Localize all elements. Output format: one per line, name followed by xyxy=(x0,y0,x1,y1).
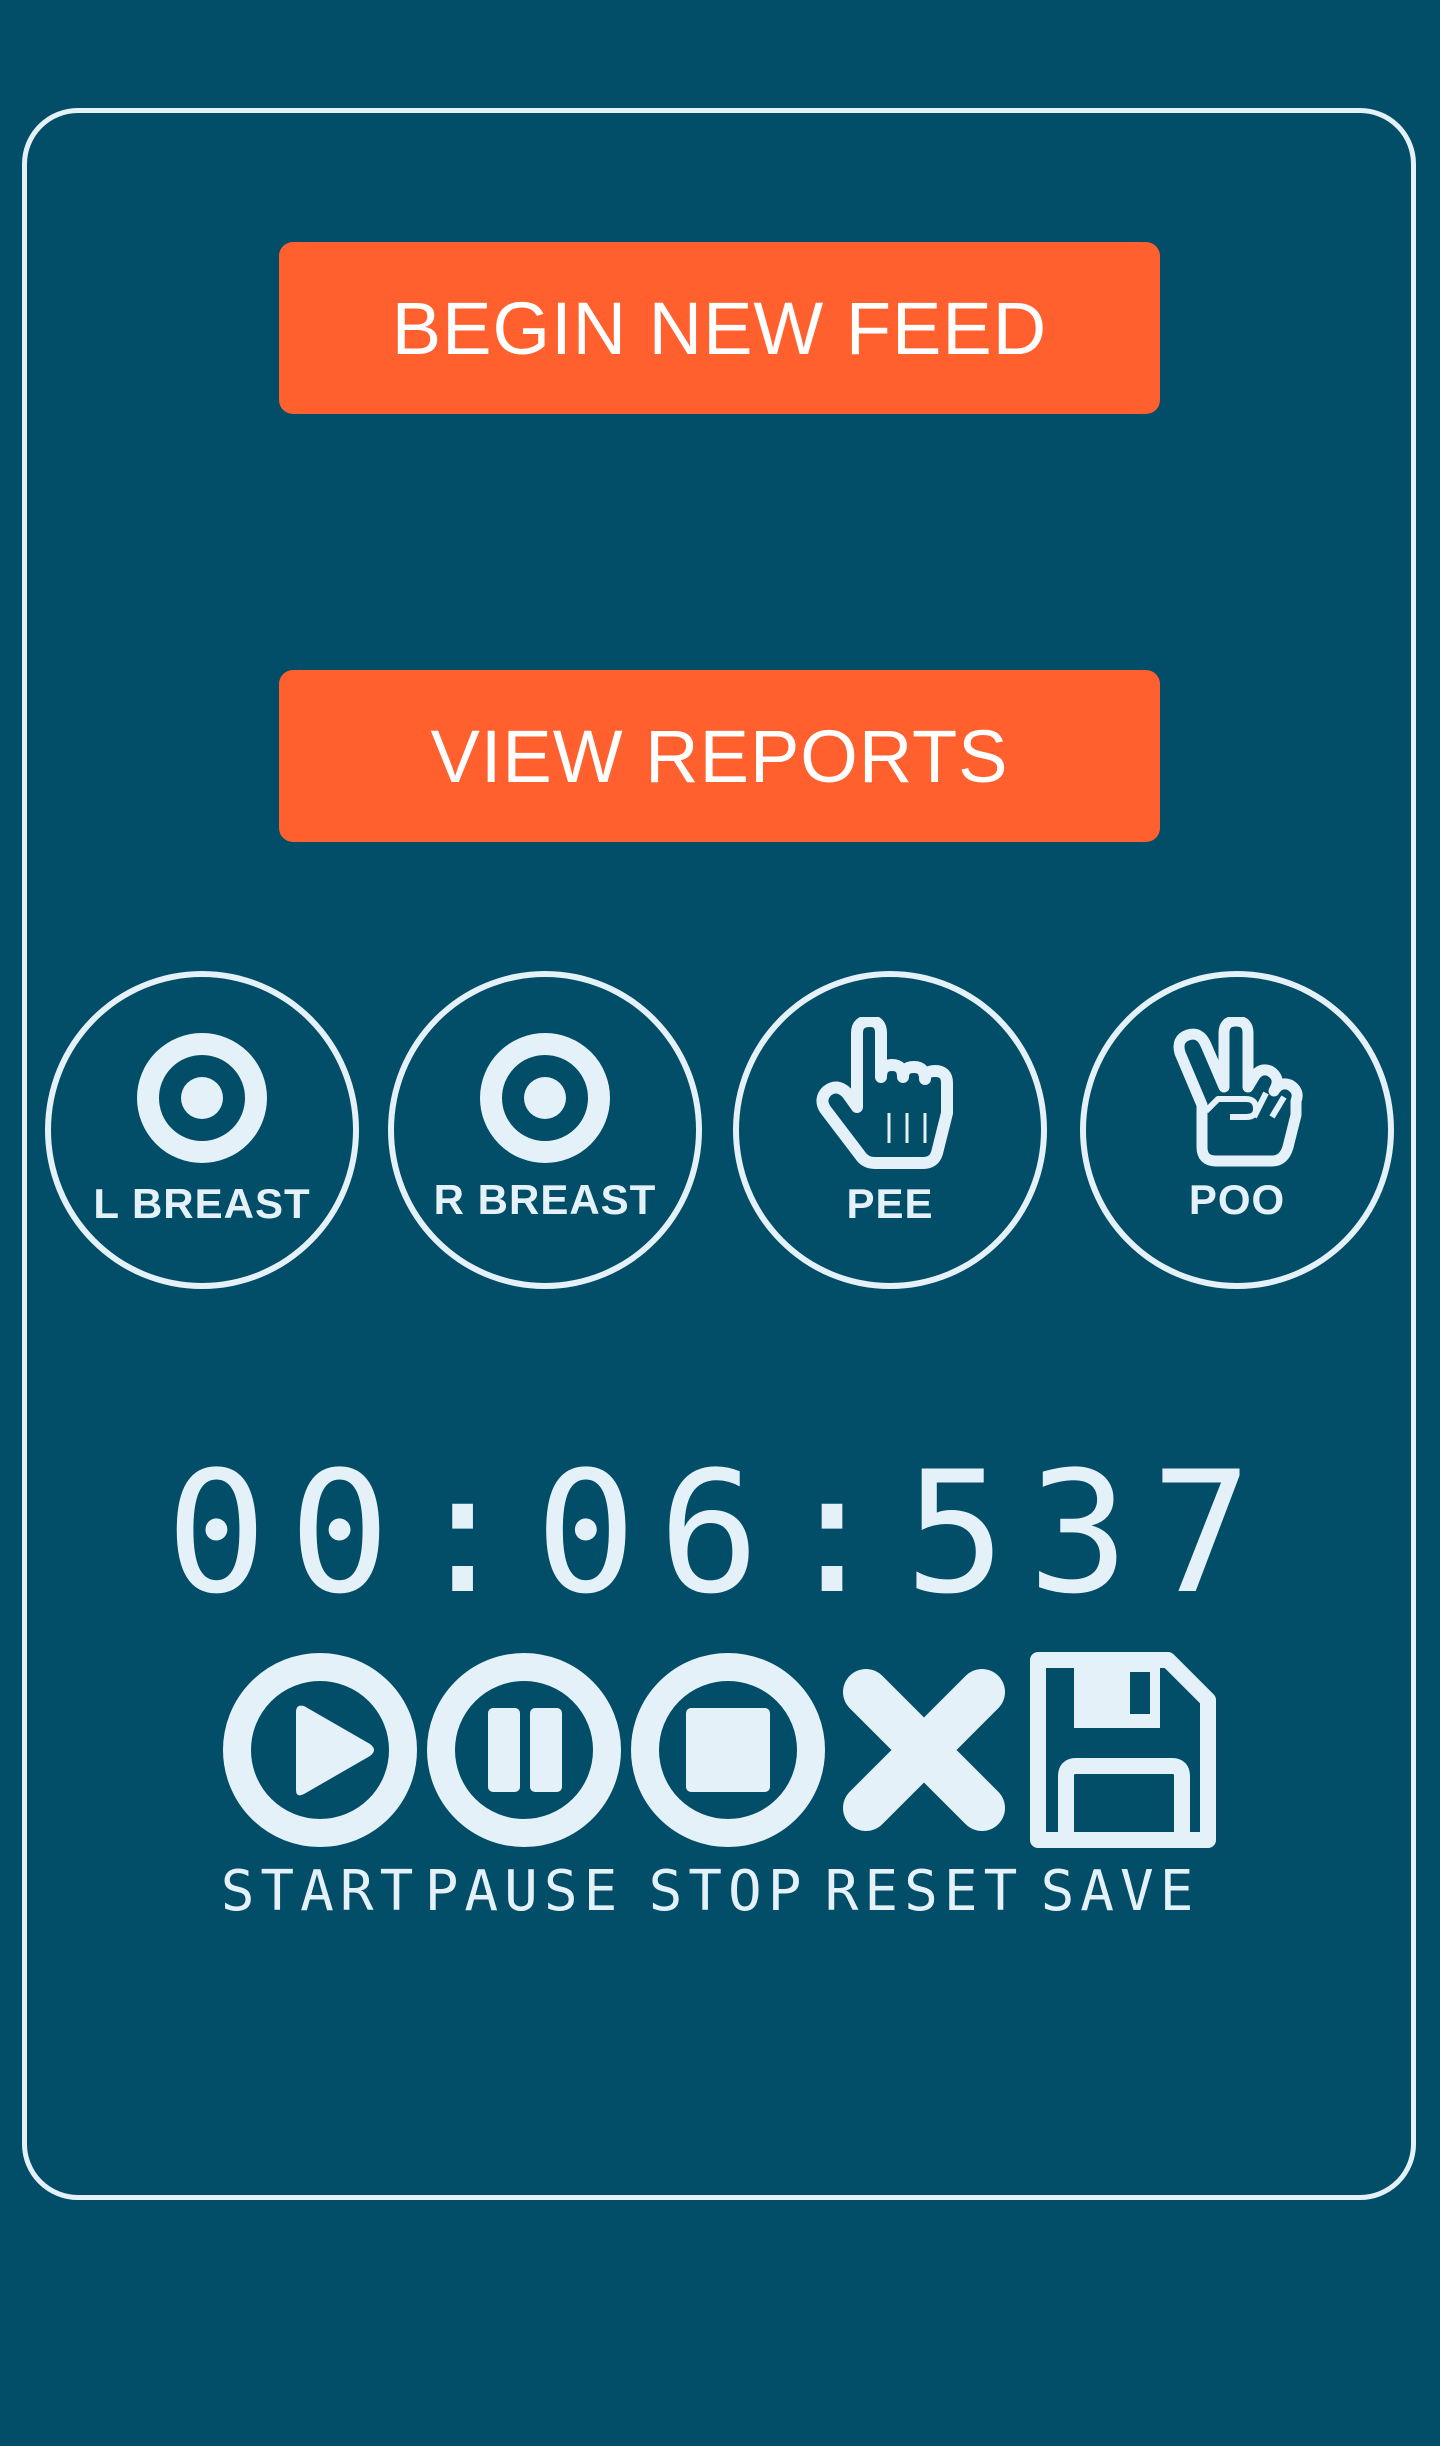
l-breast-button[interactable]: L BREAST xyxy=(45,971,359,1289)
pause-button[interactable]: PAUSE xyxy=(424,1652,624,1920)
r-breast-button[interactable]: R BREAST xyxy=(388,971,702,1289)
timer-display: 00:06:537 xyxy=(165,1435,1275,1631)
floppy-disk-icon xyxy=(1030,1652,1216,1848)
pause-circle-icon xyxy=(427,1653,621,1847)
target-icon xyxy=(137,1033,267,1163)
l-breast-label: L BREAST xyxy=(93,1180,311,1227)
stop-circle-icon xyxy=(631,1653,825,1847)
begin-new-feed-button[interactable]: BEGIN NEW FEED xyxy=(279,242,1160,414)
stop-button[interactable]: STOP xyxy=(628,1652,828,1920)
view-reports-button[interactable]: VIEW REPORTS xyxy=(279,670,1160,842)
save-label: SAVE xyxy=(1040,1859,1200,1924)
poo-label: POO xyxy=(1188,1176,1286,1223)
save-button[interactable]: SAVE xyxy=(1020,1652,1220,1920)
target-icon xyxy=(480,1033,610,1163)
start-button[interactable]: START xyxy=(220,1652,420,1920)
x-icon xyxy=(843,1669,1005,1831)
reset-button[interactable]: RESET xyxy=(824,1652,1024,1920)
play-circle-icon xyxy=(223,1653,417,1847)
poo-button[interactable]: POO xyxy=(1080,971,1394,1289)
two-fingers-icon xyxy=(1173,1017,1303,1167)
r-breast-label: R BREAST xyxy=(433,1176,657,1223)
pointing-finger-icon xyxy=(816,1017,953,1169)
pee-button[interactable]: PEE xyxy=(733,971,1047,1289)
pee-label: PEE xyxy=(846,1180,934,1227)
